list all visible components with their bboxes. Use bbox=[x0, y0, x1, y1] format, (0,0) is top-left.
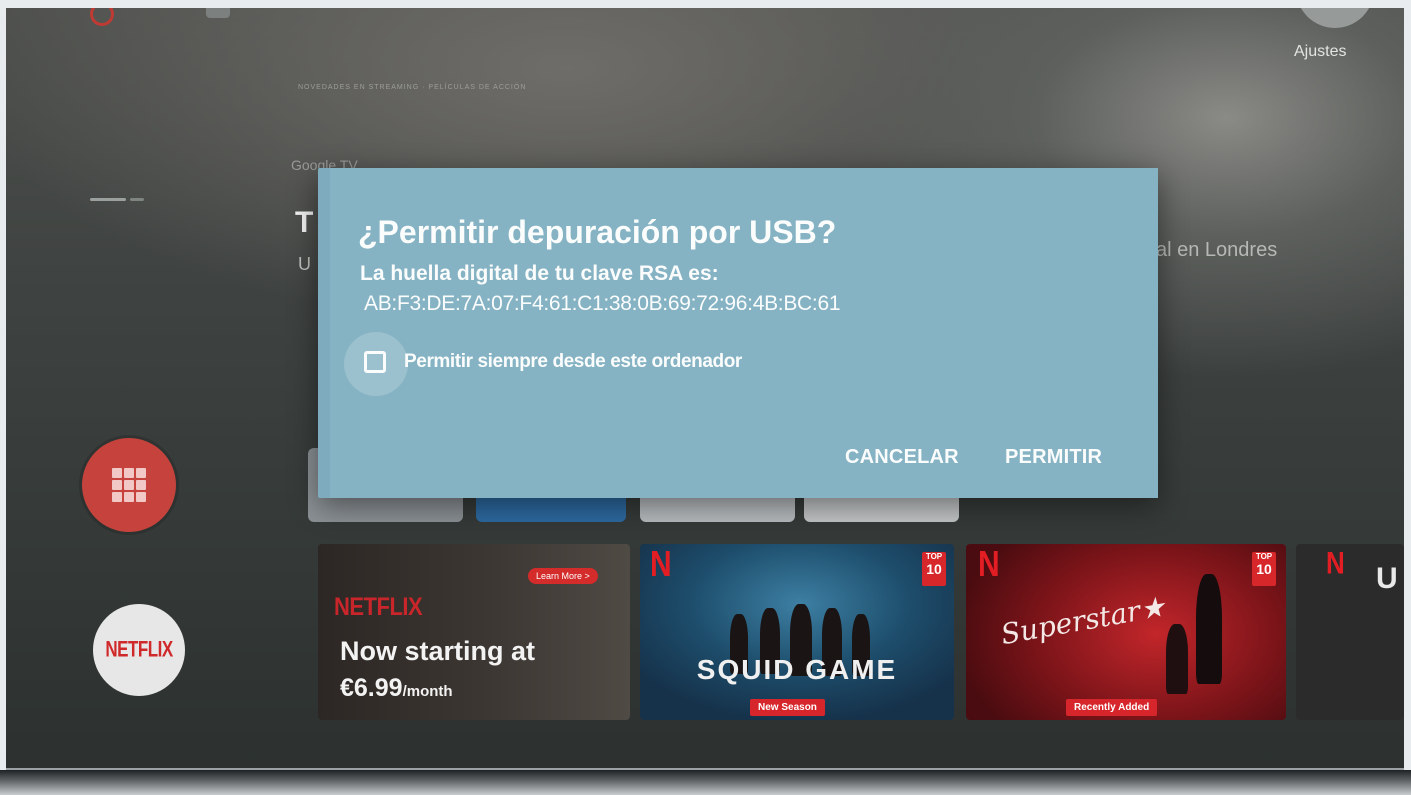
cancel-button[interactable]: CANCELAR bbox=[845, 446, 959, 469]
always-allow-checkbox[interactable] bbox=[364, 351, 386, 373]
netflix-promo-card[interactable]: Learn More > NETFLIX Now starting at €6.… bbox=[318, 544, 630, 720]
top10-number: 10 bbox=[926, 561, 942, 577]
promo-headline: Now starting at bbox=[340, 636, 536, 666]
rsa-fingerprint: AB:F3:DE:7A:07:F4:61:C1:38:0B:69:72:96:4… bbox=[364, 292, 841, 315]
input-icon[interactable] bbox=[206, 8, 230, 18]
netflix-logo: NETFLIX bbox=[105, 637, 173, 662]
carousel-indicator-active bbox=[90, 198, 126, 201]
next-card-peek[interactable]: N U bbox=[1296, 544, 1404, 720]
top10-label: TOP bbox=[1255, 552, 1273, 561]
netflix-wordmark: NETFLIX bbox=[334, 592, 423, 621]
squid-game-title: SQUID GAME bbox=[696, 654, 898, 685]
settings-label: Ajustes bbox=[1294, 43, 1347, 60]
recently-added-badge: Recently Added bbox=[1066, 699, 1158, 716]
poster-figure bbox=[1166, 624, 1188, 694]
usb-debugging-dialog: ¿Permitir depuración por USB? La huella … bbox=[318, 168, 1158, 498]
netflix-app-button[interactable]: NETFLIX bbox=[93, 604, 185, 696]
superstar-card[interactable]: N TOP 10 Superstar★ Recently Added bbox=[966, 544, 1286, 720]
new-season-badge: New Season bbox=[750, 699, 825, 716]
hero-caption: al en Londres bbox=[1156, 239, 1278, 261]
superstar-title: Superstar★ bbox=[998, 589, 1168, 652]
poster-figure bbox=[1196, 574, 1222, 684]
assistant-icon[interactable] bbox=[90, 8, 114, 26]
top10-badge: TOP 10 bbox=[922, 552, 946, 586]
settings-icon[interactable] bbox=[1296, 8, 1374, 28]
always-allow-label[interactable]: Permitir siempre desde este ordenador bbox=[404, 351, 742, 373]
apps-grid-icon bbox=[112, 468, 146, 502]
apps-button[interactable] bbox=[82, 438, 176, 532]
tv-screen: Ajustes NOVEDADES EN STREAMING · PELÍCUL… bbox=[6, 8, 1404, 770]
hero-title: T bbox=[295, 206, 314, 239]
promo-price: €6.99/month bbox=[340, 674, 453, 703]
carousel-indicator bbox=[130, 198, 144, 201]
squid-game-card[interactable]: N TOP 10 SQUID GAME New Season bbox=[640, 544, 954, 720]
learn-more-badge: Learn More > bbox=[528, 568, 598, 584]
dialog-title: ¿Permitir depuración por USB? bbox=[358, 214, 837, 250]
allow-button[interactable]: PERMITIR bbox=[1005, 446, 1102, 469]
netflix-n-icon: N bbox=[978, 544, 1000, 585]
peek-letter: U bbox=[1376, 562, 1398, 595]
hero-kicker: NOVEDADES EN STREAMING · PELÍCULAS DE AC… bbox=[298, 84, 527, 91]
netflix-n-icon: N bbox=[650, 544, 672, 585]
tv-bezel bbox=[0, 770, 1411, 795]
price-period: /month bbox=[402, 683, 453, 700]
top10-number: 10 bbox=[1256, 561, 1272, 577]
hero-subtitle: U bbox=[298, 254, 311, 274]
price-value: €6.99 bbox=[340, 674, 403, 702]
fingerprint-intro: La huella digital de tu clave RSA es: bbox=[360, 262, 719, 285]
top10-badge: TOP 10 bbox=[1252, 552, 1276, 586]
top10-label: TOP bbox=[925, 552, 943, 561]
netflix-n-icon: N bbox=[1326, 544, 1345, 581]
